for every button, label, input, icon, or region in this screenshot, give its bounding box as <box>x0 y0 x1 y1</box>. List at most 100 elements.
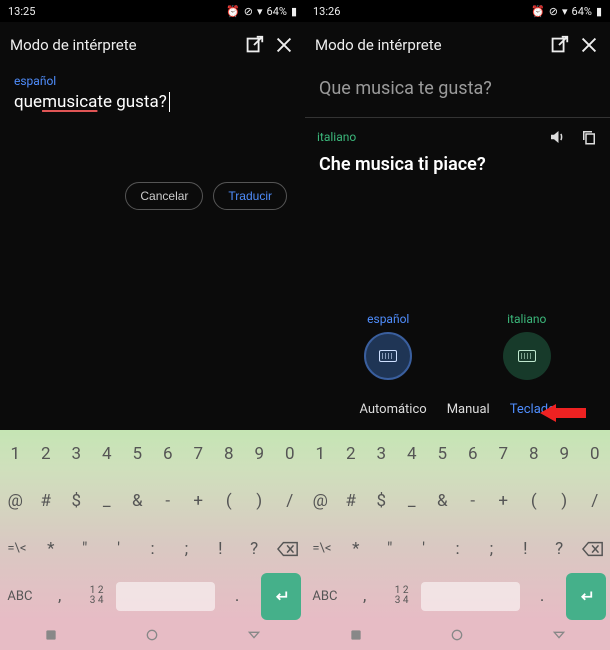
kb-key[interactable]: _ <box>397 478 428 526</box>
kb-row-4: ABC,1 23 4. <box>305 573 610 621</box>
kb-key[interactable]: 3 <box>61 430 92 478</box>
phone-left: 13:25 ⏰ ⊘ ▾ 64% ▮ Modo de intérprete esp… <box>0 0 305 650</box>
backspace-key[interactable] <box>271 525 305 573</box>
kb-key[interactable]: 6 <box>458 430 489 478</box>
kb-key[interactable]: 8 <box>519 430 550 478</box>
kb-key[interactable]: & <box>427 478 458 526</box>
nav-home-icon[interactable] <box>449 627 465 643</box>
space-key[interactable] <box>421 582 521 611</box>
kb-key[interactable]: ; <box>474 525 508 573</box>
kb-key[interactable]: 7 <box>488 430 519 478</box>
kb-key[interactable]: . <box>217 573 257 621</box>
kb-key[interactable]: : <box>136 525 170 573</box>
close-icon[interactable] <box>578 34 600 56</box>
kb-key[interactable]: 0 <box>580 430 610 478</box>
enter-key[interactable] <box>566 573 606 621</box>
kb-key[interactable]: ? <box>237 525 271 573</box>
kb-key[interactable]: , <box>345 573 385 621</box>
nav-back-icon[interactable] <box>43 627 59 643</box>
phone-right: 13:26 ⏰ ⊘ ▾ 64% ▮ Modo de intérprete Que… <box>305 0 610 650</box>
kb-key[interactable]: ) <box>244 478 275 526</box>
kb-key[interactable]: " <box>373 525 407 573</box>
kb-key[interactable]: ' <box>407 525 441 573</box>
kb-key[interactable]: . <box>522 573 562 621</box>
nav-back-icon[interactable] <box>348 627 364 643</box>
kb-key[interactable]: $ <box>366 478 397 526</box>
kb-key[interactable]: _ <box>92 478 123 526</box>
nav-recents-icon[interactable] <box>551 627 567 643</box>
kb-key[interactable]: + <box>488 478 519 526</box>
mode-keyboard[interactable]: Teclado <box>510 402 556 417</box>
kb-key[interactable]: " <box>68 525 102 573</box>
text-input[interactable]: que musica te gusta? <box>0 90 305 112</box>
kb-key[interactable]: ABC <box>0 573 40 621</box>
kb-key[interactable]: 3 <box>366 430 397 478</box>
kb-key[interactable]: 8 <box>214 430 245 478</box>
kb-key[interactable]: ABC <box>305 573 345 621</box>
target-language-label[interactable]: italiano <box>317 130 548 144</box>
kb-key[interactable]: 0 <box>275 430 306 478</box>
nav-recents-icon[interactable] <box>246 627 262 643</box>
language-switch: español italiano <box>305 312 610 392</box>
kb-key[interactable]: 1 23 4 <box>385 573 419 621</box>
backspace-key[interactable] <box>576 525 610 573</box>
kb-key[interactable]: =\< <box>0 525 34 573</box>
kb-key[interactable]: 1 <box>0 430 31 478</box>
kb-key[interactable]: & <box>122 478 153 526</box>
kb-key[interactable]: : <box>441 525 475 573</box>
enter-key[interactable] <box>261 573 301 621</box>
kb-key[interactable]: 9 <box>244 430 275 478</box>
kb-key[interactable]: $ <box>61 478 92 526</box>
close-icon[interactable] <box>273 34 295 56</box>
kb-key[interactable]: ; <box>169 525 203 573</box>
source-lang-button[interactable]: español <box>364 312 412 380</box>
kb-row-1: 1234567890 <box>0 430 305 478</box>
kb-key[interactable]: , <box>40 573 80 621</box>
kb-key[interactable]: - <box>458 478 489 526</box>
kb-key[interactable]: 6 <box>153 430 184 478</box>
kb-key[interactable]: * <box>34 525 68 573</box>
mode-auto[interactable]: Automático <box>359 402 426 417</box>
kb-key[interactable]: ' <box>102 525 136 573</box>
nav-home-icon[interactable] <box>144 627 160 643</box>
kb-key[interactable]: ! <box>508 525 542 573</box>
kb-key[interactable]: ) <box>549 478 580 526</box>
space-key[interactable] <box>116 582 216 611</box>
copy-icon[interactable] <box>580 128 598 146</box>
kb-key[interactable]: ? <box>542 525 576 573</box>
kb-key[interactable]: ( <box>214 478 245 526</box>
kb-key[interactable]: 2 <box>31 430 62 478</box>
open-in-app-icon[interactable] <box>243 34 265 56</box>
kb-key[interactable]: ( <box>519 478 550 526</box>
keyboard[interactable]: 1234567890 @#$_&-+()/ =\<*"':;!? ABC,1 2… <box>0 430 305 620</box>
cancel-button[interactable]: Cancelar <box>125 182 203 210</box>
kb-key[interactable]: 1 <box>305 430 336 478</box>
kb-key[interactable]: # <box>336 478 367 526</box>
translate-button[interactable]: Traducir <box>213 182 287 210</box>
kb-key[interactable]: # <box>31 478 62 526</box>
keyboard[interactable]: 1234567890 @#$_&-+()/ =\<*"':;!? ABC,1 2… <box>305 430 610 620</box>
source-language-label[interactable]: español <box>0 68 305 90</box>
kb-key[interactable]: 2 <box>336 430 367 478</box>
kb-key[interactable]: 5 <box>122 430 153 478</box>
kb-key[interactable]: / <box>580 478 610 526</box>
kb-key[interactable]: @ <box>305 478 336 526</box>
alarm-icon: ⏰ <box>226 5 240 18</box>
mode-manual[interactable]: Manual <box>447 402 490 417</box>
kb-key[interactable]: / <box>275 478 306 526</box>
kb-key[interactable]: * <box>339 525 373 573</box>
kb-key[interactable]: 9 <box>549 430 580 478</box>
kb-key[interactable]: 4 <box>397 430 428 478</box>
kb-key[interactable]: 1 23 4 <box>80 573 114 621</box>
speak-icon[interactable] <box>548 128 566 146</box>
kb-key[interactable]: + <box>183 478 214 526</box>
kb-key[interactable]: ! <box>203 525 237 573</box>
kb-key[interactable]: - <box>153 478 184 526</box>
target-lang-button[interactable]: italiano <box>503 312 551 380</box>
kb-key[interactable]: 4 <box>92 430 123 478</box>
kb-key[interactable]: 7 <box>183 430 214 478</box>
kb-key[interactable]: @ <box>0 478 31 526</box>
kb-key[interactable]: =\< <box>305 525 339 573</box>
open-in-app-icon[interactable] <box>548 34 570 56</box>
kb-key[interactable]: 5 <box>427 430 458 478</box>
